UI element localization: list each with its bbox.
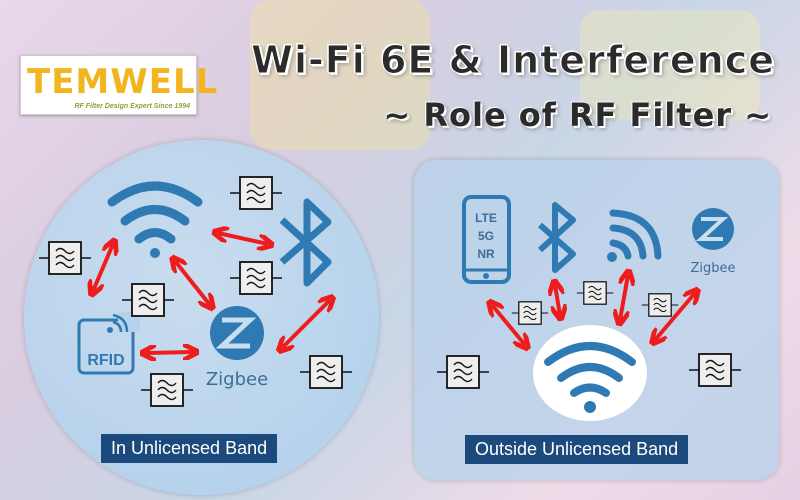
rf-filter-icon [576,281,614,305]
rf-filter-icon [436,355,490,389]
rfid-text: RFID [87,352,124,369]
phone-icon: LTE 5G NR [462,195,511,284]
bluetooth-icon [537,202,576,273]
zigbee-icon: Zigbee [690,208,736,276]
zigbee-text: Zigbee [206,369,268,390]
wifi-6e-icon [533,325,647,421]
phone-line-2: 5G [478,229,494,243]
rf-filter-icon [121,283,175,317]
diagram-canvas: RFID Zigbee LTE 5G NR Zigbee [38,176,742,421]
rf-filter-icon [688,353,742,387]
rf-filter-icon [140,373,194,407]
rf-filter-icon [641,293,679,317]
rfid-icon: RFID [77,312,140,375]
bluetooth-icon [279,198,332,287]
wifi-icon [107,181,203,258]
phone-line-3: NR [477,247,495,261]
rf-filter-icon [299,355,353,389]
outside-unlicensed-band-label: Outside Unlicensed Band [465,435,689,464]
in-unlicensed-band-label: In Unlicensed Band [101,434,278,463]
zigbee-icon: Zigbee [206,306,268,390]
rf-filter-icon [229,261,283,295]
rf-filter-icon [511,301,549,325]
wifi-icon [607,209,662,262]
zigbee-text: Zigbee [690,261,735,276]
rf-filter-icon [38,241,92,275]
rf-filter-icon [229,176,283,210]
phone-line-1: LTE [475,211,497,225]
